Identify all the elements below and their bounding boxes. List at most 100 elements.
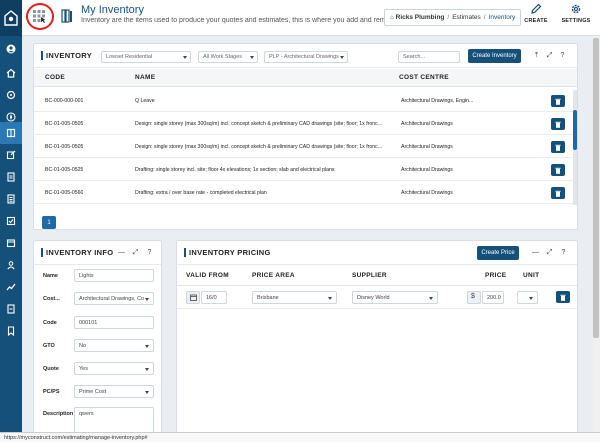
gear-icon xyxy=(570,3,582,15)
edit-icon[interactable] xyxy=(0,144,22,166)
inventory-info-title: INVENTORY INFO xyxy=(41,248,113,257)
table-row[interactable]: BC-01-005-0505 Design: single storey (ma… xyxy=(34,136,577,158)
page-description: Inventory are the items used to produce … xyxy=(81,17,397,24)
create-inventory-button[interactable]: Create Inventory xyxy=(468,49,521,63)
row-name: Q Leave xyxy=(135,98,155,104)
row-name: Drafting: extra / over base rate - compl… xyxy=(135,190,267,196)
unit-select[interactable] xyxy=(517,291,538,304)
upload-icon[interactable]: ⤒ xyxy=(532,51,541,60)
inventory-scrollbar[interactable] xyxy=(573,90,577,205)
list-icon[interactable] xyxy=(0,188,22,210)
delete-button[interactable] xyxy=(551,164,565,176)
house-logo-icon[interactable] xyxy=(0,0,22,36)
breadcrumb-home[interactable]: Ricks Plumbing xyxy=(396,14,445,21)
gto-label: GTO xyxy=(43,343,55,349)
create-label: CREATE xyxy=(524,18,548,24)
user-circle-icon[interactable] xyxy=(0,38,22,60)
column-name[interactable]: NAME xyxy=(135,74,155,81)
inventory-pricing-panel: INVENTORY PRICING Create Price — ⤢ ? VAL… xyxy=(176,240,578,435)
currency-prefix: $ xyxy=(467,291,481,304)
price-area-value: Brisbane xyxy=(257,295,279,301)
row-cost-centre: Architectural Drawings xyxy=(401,190,453,196)
help-icon[interactable]: ? xyxy=(145,248,154,257)
table-row[interactable]: BC-01-005-0525 Drafting: single storey i… xyxy=(34,159,577,181)
price-area-select[interactable]: Brisbane xyxy=(252,291,337,304)
pagination-page-1[interactable]: 1 xyxy=(42,216,56,229)
column-code[interactable]: CODE xyxy=(45,74,65,81)
pricing-table-header: VALID FROM PRICE AREA SUPPLIER PRICE UNI… xyxy=(177,266,577,286)
minimize-icon[interactable]: — xyxy=(531,248,540,257)
price-input[interactable]: 200.0 xyxy=(482,291,504,304)
residential-filter[interactable]: Lowset Residential xyxy=(101,51,191,63)
create-price-button[interactable]: Create Price xyxy=(477,246,519,260)
checkbox-icon[interactable] xyxy=(0,210,22,232)
inventory-pricing-header: INVENTORY PRICING Create Price — ⤢ ? xyxy=(177,241,577,265)
status-bar-url: https://myconstruct.com/estimating/manag… xyxy=(0,432,600,442)
row-cost-centre: Architectural Drawings xyxy=(401,144,453,150)
valid-from-input[interactable]: 16/0 xyxy=(201,291,227,304)
column-cost-centre[interactable]: COST CENTRE xyxy=(399,74,449,81)
quote-select[interactable]: Yes xyxy=(74,362,154,375)
create-button[interactable]: CREATE xyxy=(516,3,556,33)
code-field[interactable]: 000101 xyxy=(74,316,154,329)
bookmark-icon[interactable] xyxy=(0,320,22,342)
breadcrumb: ⌂ Ricks Plumbing / Estimates / Inventory xyxy=(384,9,522,26)
name-field[interactable]: Lights xyxy=(74,269,154,282)
search-input[interactable]: Search... xyxy=(398,51,460,63)
table-row[interactable]: BC-000-000-001 Q Leave Architectural Dra… xyxy=(34,90,577,112)
sidebar xyxy=(0,0,22,442)
delete-button[interactable] xyxy=(551,95,565,107)
search-placeholder: Search... xyxy=(403,54,426,60)
dashboard-icon[interactable] xyxy=(0,84,22,106)
help-icon[interactable]: ? xyxy=(559,248,568,257)
delete-button[interactable] xyxy=(551,118,565,130)
home-icon[interactable] xyxy=(0,62,22,84)
column-supplier: SUPPLIER xyxy=(352,272,387,279)
help-icon[interactable]: ? xyxy=(558,51,567,60)
expand-icon[interactable]: ⤢ xyxy=(545,51,554,60)
column-valid-from: VALID FROM xyxy=(186,272,229,279)
expand-icon[interactable]: ⤢ xyxy=(545,248,554,257)
inventory-title: INVENTORY xyxy=(41,51,92,60)
quote-select-value: Yes xyxy=(79,366,88,372)
supplier-select[interactable]: Disney World xyxy=(352,291,438,304)
gto-select[interactable]: No xyxy=(74,339,154,352)
delete-price-button[interactable] xyxy=(556,291,570,303)
report-icon[interactable] xyxy=(0,298,22,320)
cost-centre-select[interactable]: Architectural Drawings, Co xyxy=(74,292,154,305)
document-icon[interactable] xyxy=(0,166,22,188)
trash-icon xyxy=(555,190,561,197)
calendar-icon[interactable] xyxy=(186,291,200,304)
pcps-select[interactable]: Prime Cost xyxy=(74,385,154,398)
inventory-book-icon xyxy=(58,6,76,26)
page-scroll-thumb[interactable] xyxy=(593,38,599,338)
trash-icon xyxy=(555,167,561,174)
delete-button[interactable] xyxy=(551,141,565,153)
pricing-row: 16/0 Brisbane Disney World $ 200.0 xyxy=(177,287,577,309)
description-field[interactable]: qwers xyxy=(74,407,154,435)
book-icon[interactable] xyxy=(0,122,22,144)
work-stages-filter-value: All Work Stages xyxy=(203,54,243,60)
delete-button[interactable] xyxy=(551,187,565,199)
chart-icon[interactable] xyxy=(0,276,22,298)
row-name: Design: single storey (max 300sq/m) incl… xyxy=(135,144,383,150)
page-scrollbar[interactable] xyxy=(593,36,600,432)
calendar-icon[interactable] xyxy=(0,232,22,254)
people-icon[interactable] xyxy=(0,254,22,276)
breadcrumb-estimates[interactable]: Estimates xyxy=(452,14,481,21)
table-row[interactable]: BC-01-005-0505 Design: single storey (ma… xyxy=(34,113,577,135)
expand-icon[interactable]: ⤢ xyxy=(131,248,140,257)
description-label: Description xyxy=(43,411,74,417)
pcps-label: PC/PS xyxy=(43,389,60,395)
settings-button[interactable]: SETTINGS xyxy=(556,3,596,33)
code-label: Code xyxy=(43,320,57,326)
inventory-scroll-thumb[interactable] xyxy=(573,110,577,150)
minimize-icon[interactable]: — xyxy=(117,248,126,257)
cost-centre-filter[interactable]: PLP - Architectural Drawings xyxy=(264,51,348,63)
column-unit: UNIT xyxy=(523,272,540,279)
table-row[interactable]: BC-01-005-0560 Drafting: extra / over ba… xyxy=(34,182,577,204)
work-stages-filter[interactable]: All Work Stages xyxy=(198,51,258,63)
trash-icon xyxy=(555,98,561,105)
pcps-select-value: Prime Cost xyxy=(79,389,107,395)
inventory-panel: INVENTORY Lowset Residential All Work St… xyxy=(33,43,578,230)
